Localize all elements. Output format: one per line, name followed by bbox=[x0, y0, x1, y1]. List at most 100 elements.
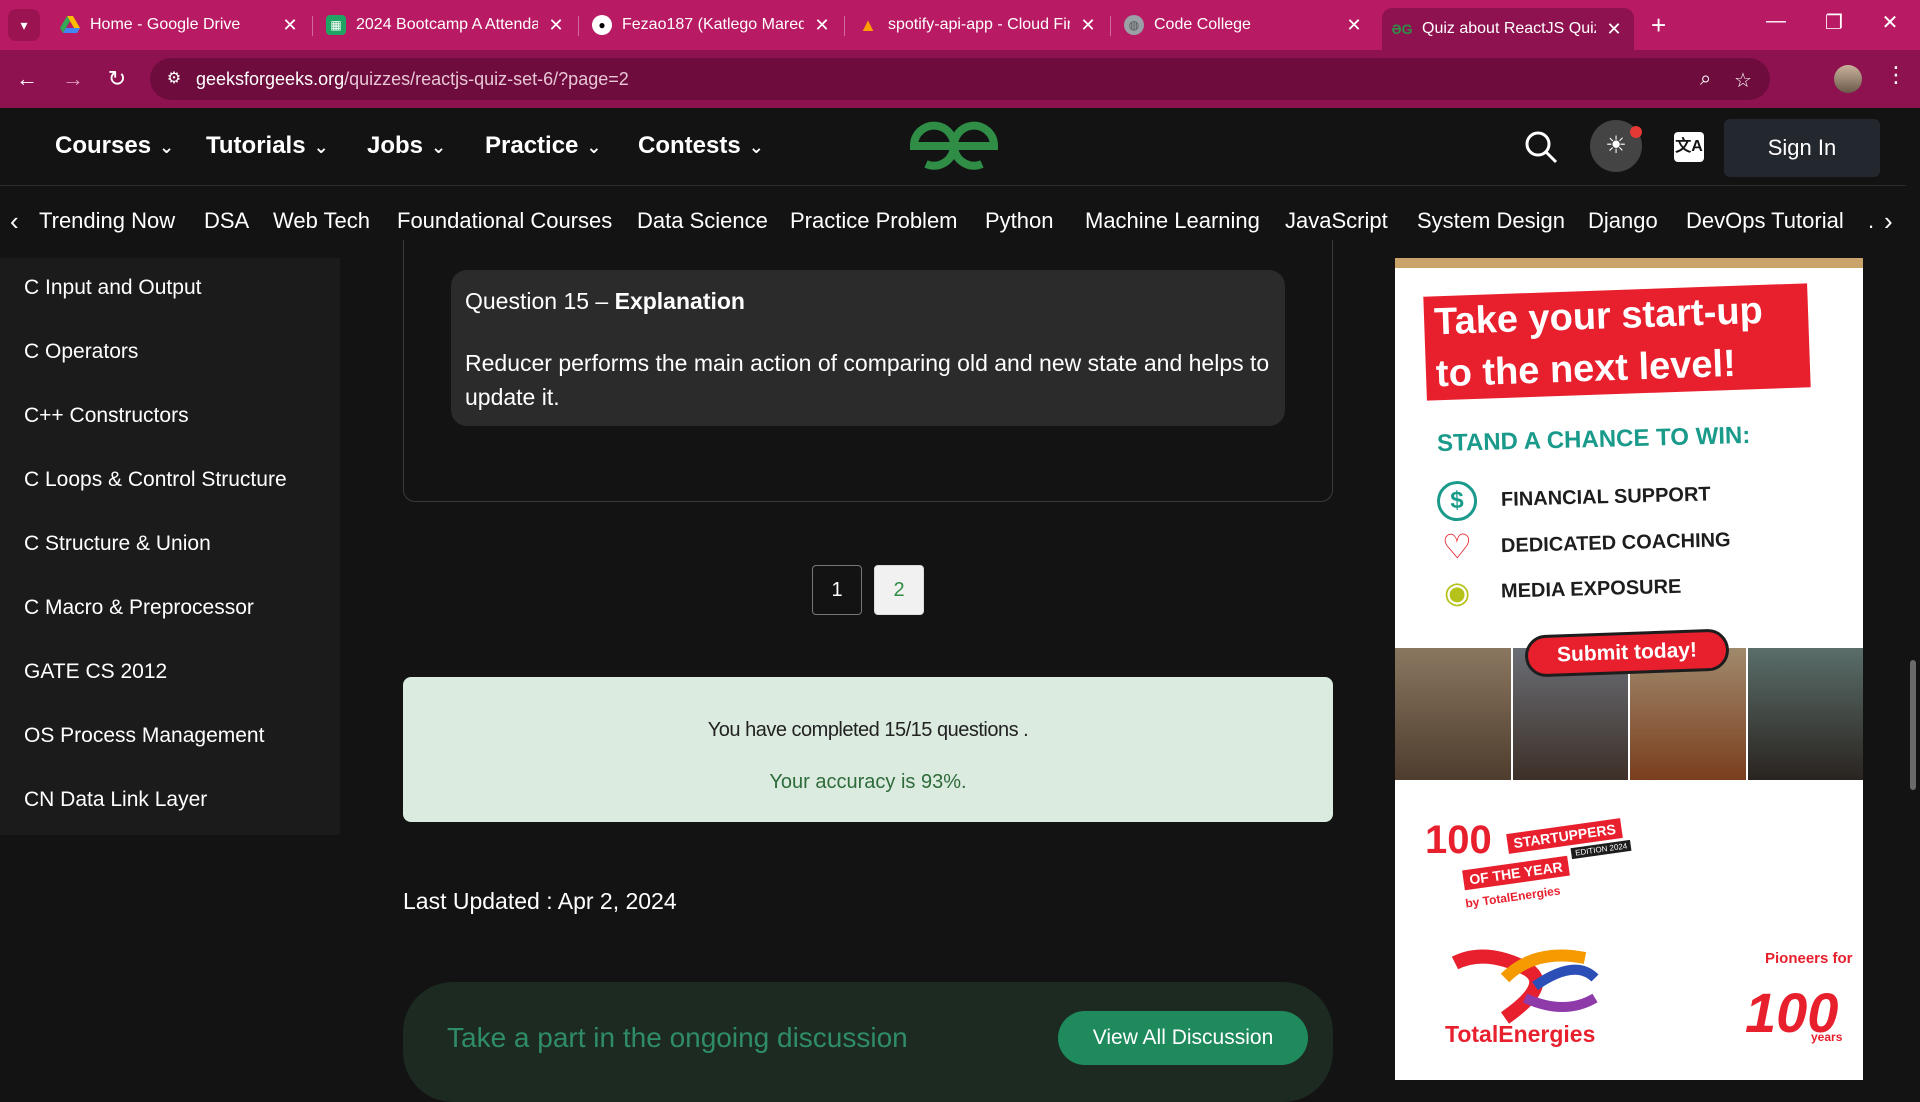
chevron-left-icon[interactable]: ‹ bbox=[10, 206, 19, 237]
category-system-design[interactable]: System Design bbox=[1417, 208, 1565, 234]
close-icon[interactable]: ✕ bbox=[546, 15, 566, 36]
nav-contests[interactable]: Contests ⌄ bbox=[638, 132, 764, 160]
ad-photo bbox=[1395, 648, 1513, 780]
category-trending-now[interactable]: Trending Now bbox=[39, 208, 175, 234]
sidebar-item-c-macro[interactable]: C Macro & Preprocessor bbox=[24, 596, 254, 620]
chevron-down-icon: ⌄ bbox=[159, 137, 175, 157]
ad-pioneers: Pioneers for bbox=[1765, 950, 1853, 967]
category-django[interactable]: Django bbox=[1588, 208, 1658, 234]
minimize-icon[interactable]: — bbox=[1756, 10, 1796, 33]
tab-title: Home - Google Drive bbox=[90, 16, 241, 33]
sign-in-button[interactable]: Sign In bbox=[1724, 119, 1880, 177]
tab-google-drive[interactable]: Home - Google Drive ✕ bbox=[60, 8, 300, 42]
category-data-science[interactable]: Data Science bbox=[637, 208, 768, 234]
discussion-banner: Take a part in the ongoing discussion Vi… bbox=[403, 982, 1333, 1102]
sidebar-item-cn-data-link[interactable]: CN Data Link Layer bbox=[24, 788, 207, 812]
tab-search-button[interactable]: ▾ bbox=[8, 9, 40, 41]
nav-label: Courses bbox=[55, 132, 152, 159]
sidebar-item-cpp-constructors[interactable]: C++ Constructors bbox=[24, 404, 189, 428]
ad-perk-label: FINANCIAL SUPPORT bbox=[1500, 482, 1711, 511]
category-practice-problem[interactable]: Practice Problem bbox=[790, 208, 958, 234]
totalenergies-logo-icon bbox=[1451, 949, 1599, 1024]
close-icon[interactable]: ✕ bbox=[1078, 15, 1098, 36]
tab-title: 2024 Bootcamp A Attendance bbox=[356, 16, 538, 33]
url-text[interactable]: geeksforgeeks.org/quizzes/reactjs-quiz-s… bbox=[196, 69, 629, 90]
ad-perk-label: DEDICATED COACHING bbox=[1500, 528, 1731, 557]
ad-years: years bbox=[1811, 1030, 1843, 1044]
ad-perk-coaching: ♡ DEDICATED COACHING bbox=[1437, 520, 1732, 568]
close-icon[interactable]: ✕ bbox=[812, 15, 832, 36]
new-tab-button[interactable]: + bbox=[1651, 10, 1666, 40]
category-web-tech[interactable]: Web Tech bbox=[273, 208, 370, 234]
restore-icon[interactable]: ❐ bbox=[1814, 10, 1854, 35]
page-button-1[interactable]: 1 bbox=[812, 565, 862, 615]
tab-bootcamp-attendance[interactable]: ▦ 2024 Bootcamp A Attendance ✕ bbox=[326, 8, 566, 42]
bookmark-star-icon[interactable]: ☆ bbox=[1734, 68, 1752, 93]
tab-github[interactable]: ● Fezao187 (Katlego Maredi) ✕ bbox=[592, 8, 832, 42]
view-all-discussion-button[interactable]: View All Discussion bbox=[1058, 1011, 1308, 1065]
gfg-logo[interactable] bbox=[906, 118, 1002, 174]
close-icon[interactable]: ✕ bbox=[280, 15, 300, 36]
nav-courses[interactable]: Courses ⌄ bbox=[55, 132, 174, 160]
category-devops-tutorial[interactable]: DevOps Tutorial bbox=[1686, 208, 1844, 234]
tab-reactjs-quiz[interactable]: ƏG Quiz about ReactJS Quiz Set 6 ✕ bbox=[1382, 8, 1634, 50]
google-sheets-icon: ▦ bbox=[326, 15, 346, 35]
sidebar-item-c-operators[interactable]: C Operators bbox=[24, 340, 138, 364]
ad-perk-financial: $ FINANCIAL SUPPORT bbox=[1436, 474, 1712, 522]
close-icon[interactable]: ✕ bbox=[1344, 15, 1364, 36]
category-javascript[interactable]: JavaScript bbox=[1285, 208, 1388, 234]
chevron-right-icon[interactable]: › bbox=[1884, 206, 1893, 237]
quiz-result-box: You have completed 15/15 questions . You… bbox=[403, 677, 1333, 822]
sidebar-item-gate-cs-2012[interactable]: GATE CS 2012 bbox=[24, 660, 167, 684]
forward-icon[interactable]: → bbox=[58, 64, 88, 94]
address-bar[interactable]: ⚙ geeksforgeeks.org/quizzes/reactjs-quiz… bbox=[150, 58, 1770, 100]
ad-brand: TotalEnergies bbox=[1445, 1021, 1596, 1047]
sidebar-item-c-loops[interactable]: C Loops & Control Structure bbox=[24, 468, 287, 492]
page-button-2[interactable]: 2 bbox=[874, 565, 924, 615]
sidebar: C Input and Output C Operators C++ Const… bbox=[0, 258, 340, 835]
zoom-icon[interactable]: ⌕ bbox=[1700, 68, 1711, 91]
ad-perk-label: MEDIA EXPOSURE bbox=[1500, 575, 1682, 603]
reload-icon[interactable]: ↻ bbox=[102, 64, 132, 94]
window-close-icon[interactable]: ✕ bbox=[1870, 10, 1910, 35]
tab-firestore[interactable]: ▲ spotify-api-app - Cloud Firestore ✕ bbox=[858, 8, 1098, 42]
tab-separator bbox=[578, 16, 579, 36]
nav-label: Practice bbox=[485, 132, 579, 159]
scrollbar-thumb[interactable] bbox=[1910, 660, 1916, 790]
category-machine-learning[interactable]: Machine Learning bbox=[1085, 208, 1260, 234]
site-info-icon[interactable]: ⚙ bbox=[164, 69, 184, 89]
nav-tutorials[interactable]: Tutorials ⌄ bbox=[206, 132, 329, 160]
category-foundational-courses[interactable]: Foundational Courses bbox=[397, 208, 612, 234]
explanation-text: Reducer performs the main action of comp… bbox=[465, 350, 1270, 410]
category-dsa[interactable]: DSA bbox=[204, 208, 249, 234]
tab-separator bbox=[1110, 16, 1111, 36]
tab-code-college[interactable]: ◍ Code College ✕ bbox=[1124, 8, 1364, 42]
chevron-down-icon: ⌄ bbox=[431, 137, 447, 157]
ad-submit-button[interactable]: Submit today! bbox=[1524, 628, 1730, 678]
accuracy-text: Your accuracy is 93%. bbox=[769, 771, 967, 793]
close-icon[interactable]: ✕ bbox=[1604, 19, 1624, 40]
profile-avatar[interactable] bbox=[1834, 65, 1862, 93]
back-icon[interactable]: ← bbox=[12, 64, 42, 94]
nav-practice[interactable]: Practice ⌄ bbox=[485, 132, 602, 160]
translate-icon[interactable]: 文A bbox=[1674, 132, 1704, 162]
category-python[interactable]: Python bbox=[985, 208, 1054, 234]
advertisement[interactable]: Take your start-up to the next level! ST… bbox=[1395, 258, 1863, 1080]
chevron-down-icon: ⌄ bbox=[748, 137, 764, 157]
ad-top-photo-strip bbox=[1395, 258, 1863, 268]
sidebar-item-c-input-output[interactable]: C Input and Output bbox=[24, 276, 201, 300]
sidebar-item-os-process[interactable]: OS Process Management bbox=[24, 724, 264, 748]
dollar-icon: $ bbox=[1436, 480, 1478, 522]
browser-toolbar: ← → ↻ ⚙ geeksforgeeks.org/quizzes/reactj… bbox=[0, 50, 1920, 108]
chevron-down-icon: ⌄ bbox=[586, 137, 602, 157]
sidebar-item-c-structure-union[interactable]: C Structure & Union bbox=[24, 532, 211, 556]
completed-text: You have completed 15/15 questions . bbox=[707, 719, 1029, 741]
scrollbar[interactable] bbox=[1906, 108, 1920, 1080]
browser-menu-icon[interactable]: ⋮ bbox=[1885, 62, 1907, 88]
search-icon[interactable] bbox=[1524, 130, 1558, 169]
github-icon: ● bbox=[592, 15, 612, 35]
category-more[interactable]: . bbox=[1868, 208, 1874, 234]
nav-jobs[interactable]: Jobs ⌄ bbox=[367, 132, 446, 160]
explanation-heading: Question 15 – Explanation bbox=[465, 288, 745, 315]
google-drive-icon bbox=[60, 15, 80, 35]
